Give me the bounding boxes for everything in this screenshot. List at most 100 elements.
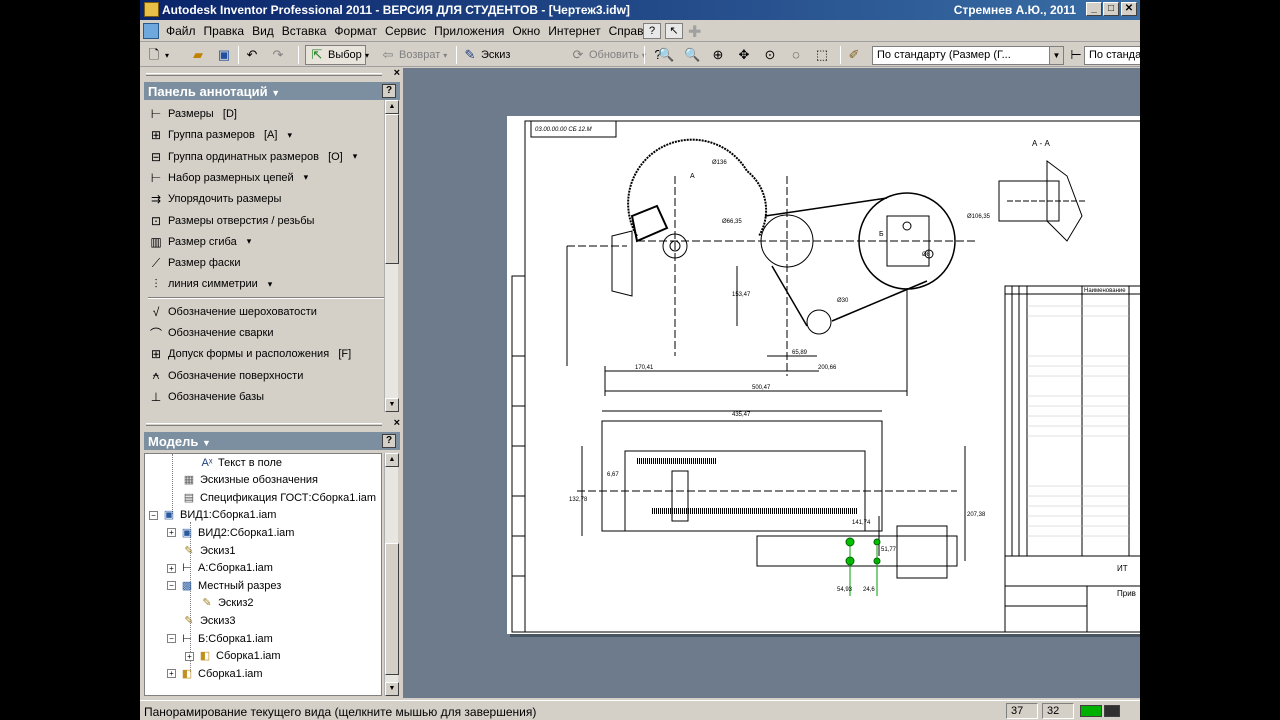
inventor-app-icon[interactable] (144, 2, 159, 17)
annotation-panel-header[interactable]: Панель аннотаций ▼ ? (144, 82, 400, 100)
select-dropdown[interactable]: ▾ (365, 45, 369, 65)
tree-node-12[interactable]: + ◧ Сборка1.iam (167, 665, 263, 682)
chevron-down-icon[interactable]: ▾ (304, 172, 309, 183)
expand-icon[interactable]: + (185, 651, 194, 661)
help-icon[interactable]: ? (382, 434, 396, 448)
undo-button[interactable]: ↶ (244, 45, 260, 65)
tree-node-4[interactable]: + ▣ ВИД2:Сборка1.iam (167, 524, 294, 541)
sketch-button[interactable]: ✎ Эскиз (462, 45, 511, 65)
menu-item-8[interactable]: Интернет (544, 24, 604, 38)
update-button[interactable]: ⟳Обновить▾ (570, 45, 646, 65)
annotation-panel-grip[interactable]: × (144, 67, 400, 80)
annotation-tool-2[interactable]: ⊟ Группа ординатных размеров [O] ▾ (148, 147, 357, 167)
styles-button[interactable]: ✐ (846, 45, 862, 65)
annotation-tool-12[interactable]: ⍲ Обозначение поверхности (148, 366, 303, 386)
zoom-selected-button[interactable]: ⊙ (762, 45, 778, 65)
model-panel-scrollbar[interactable]: ▲ ▼ (384, 453, 399, 696)
annotation-tool-7[interactable]: ⟋ Размер фаски (148, 253, 241, 273)
close-icon[interactable]: × (394, 67, 400, 79)
tree-node-2[interactable]: ▤ Спецификация ГОСТ:Сборка1.iam (167, 489, 376, 506)
zoom-button[interactable]: ⊕ (710, 45, 726, 65)
scroll-up-icon[interactable]: ▲ (385, 453, 399, 467)
chevron-down-icon[interactable]: ▾ (268, 279, 273, 290)
annotation-tool-4[interactable]: ⇉ Упорядочить размеры (148, 189, 281, 209)
annotation-tool-11[interactable]: ⊞ Допуск формы и расположения [F] (148, 344, 351, 364)
scroll-down-icon[interactable]: ▼ (385, 682, 399, 696)
tree-node-1[interactable]: ▦ Эскизные обозначения (167, 472, 318, 489)
question-icon[interactable]: ? (643, 23, 661, 39)
style-combo[interactable]: По стандарту (Размер (Г... ▼ (872, 46, 1064, 65)
menu-item-5[interactable]: Сервис (381, 24, 430, 38)
tree-node-8[interactable]: ✎ Эскиз2 (185, 595, 253, 612)
annotation-panel-scrollbar[interactable]: ▲ ▼ (384, 100, 399, 412)
chevron-down-icon[interactable]: ▾ (287, 130, 292, 141)
annotation-tool-0[interactable]: ⊢ Размеры [D] (148, 104, 237, 124)
new-button[interactable]: 🗋 ▾ (146, 45, 169, 65)
model-panel-header[interactable]: Модель ▼ ? (144, 432, 400, 450)
collapse-icon[interactable]: − (149, 510, 158, 520)
chevron-down-icon[interactable]: ▾ (247, 236, 252, 247)
view-face-button[interactable]: ⬚ (814, 45, 830, 65)
tree-node-3[interactable]: − ▣ ВИД1:Сборка1.iam (149, 507, 276, 524)
tree-node-10[interactable]: − ⊢ Б:Сборка1.iam (167, 630, 273, 647)
help-icon[interactable]: ? (382, 84, 396, 98)
chevron-down-icon[interactable]: ▾ (353, 151, 358, 162)
selection-grip[interactable] (873, 538, 881, 546)
annotation-tool-5[interactable]: ⊡ Размеры отверстия / резьбы (148, 211, 314, 231)
menu-item-0[interactable]: Файл (162, 24, 200, 38)
zoom-all-button[interactable]: 🔍 (658, 45, 674, 65)
save-button[interactable]: ▣ (216, 45, 232, 65)
selection-grip[interactable] (845, 537, 855, 547)
scroll-thumb[interactable] (385, 114, 399, 264)
document-icon[interactable] (143, 23, 159, 39)
dim-2: Ø106,35 (967, 214, 991, 220)
annotation-tool-9[interactable]: √ Обозначение шероховатости (148, 302, 317, 322)
tree-node-5[interactable]: ✎ Эскиз1 (167, 542, 235, 559)
model-panel-grip[interactable]: × (144, 417, 400, 430)
pointer-arrow-icon[interactable]: ↖ (665, 23, 683, 39)
annotation-tool-13[interactable]: ⊥ Обозначение базы (148, 387, 264, 407)
expand-icon[interactable]: + (167, 563, 176, 573)
close-icon[interactable]: × (394, 417, 400, 429)
menu-item-1[interactable]: Правка (200, 24, 249, 38)
menu-item-2[interactable]: Вид (248, 24, 278, 38)
annotation-tool-3[interactable]: ⊢ Набор размерных цепей ▾ (148, 168, 308, 188)
tree-node-6[interactable]: + ⊢ А:Сборка1.iam (167, 560, 273, 577)
minimize-button[interactable]: _ (1086, 2, 1102, 16)
drawing-canvas[interactable]: 03.00.00.00 СБ 12.М А - А А Б Ø136 Ø66,3… (403, 68, 1140, 698)
pan-button[interactable]: ✥ (736, 45, 752, 65)
open-button[interactable]: ▰ (190, 45, 206, 65)
collapse-icon[interactable]: − (167, 581, 176, 591)
menu-item-7[interactable]: Окно (508, 24, 544, 38)
maximize-button[interactable]: □ (1103, 2, 1119, 16)
expand-icon[interactable]: + (167, 528, 176, 538)
expand-icon[interactable]: + (167, 669, 176, 679)
title-block-code: ИТ (1117, 564, 1128, 573)
menu-item-3[interactable]: Вставка (278, 24, 331, 38)
scroll-thumb[interactable] (385, 543, 399, 675)
annotation-tool-8[interactable]: ⫶ линия симметрии ▾ (148, 274, 272, 294)
orbit-button[interactable]: ◌ (788, 45, 804, 65)
collapse-icon[interactable]: − (167, 634, 176, 643)
redo-button[interactable]: ↷ (270, 45, 286, 65)
zoom-window-button[interactable]: 🔍 (684, 45, 700, 65)
menu-item-4[interactable]: Формат (330, 24, 381, 38)
separator (644, 46, 645, 64)
select-button[interactable]: ⇱ Выбор (305, 45, 366, 65)
save-icon: ▣ (217, 47, 231, 62)
tree-node-0[interactable]: Aˣ Текст в поле (185, 454, 283, 471)
annotation-tool-10[interactable]: ⌒ Обозначение сварки (148, 323, 274, 343)
layer-combo[interactable]: По стандар (1084, 46, 1140, 65)
tree-node-11[interactable]: + ◧ Сборка1.iam (185, 648, 281, 665)
tree-node-9[interactable]: ✎ Эскиз3 (167, 612, 235, 629)
scroll-up-icon[interactable]: ▲ (385, 100, 399, 114)
drawing-sheet[interactable]: 03.00.00.00 СБ 12.М А - А А Б Ø136 Ø66,3… (507, 116, 1140, 634)
tree-node-7[interactable]: − ▩ Местный разрез (167, 577, 281, 594)
annotation-tool-1[interactable]: ⊞ Группа размеров [A] ▾ (148, 125, 292, 145)
scroll-down-icon[interactable]: ▼ (385, 398, 399, 412)
close-button[interactable]: ✕ (1121, 2, 1137, 16)
layer-icon-button[interactable]: ⊢ (1068, 45, 1084, 65)
menu-item-6[interactable]: Приложения (430, 24, 508, 38)
return-button[interactable]: ⇦ Возврат ▾ (380, 45, 448, 65)
annotation-tool-6[interactable]: ▥ Размер сгиба ▾ (148, 232, 251, 252)
